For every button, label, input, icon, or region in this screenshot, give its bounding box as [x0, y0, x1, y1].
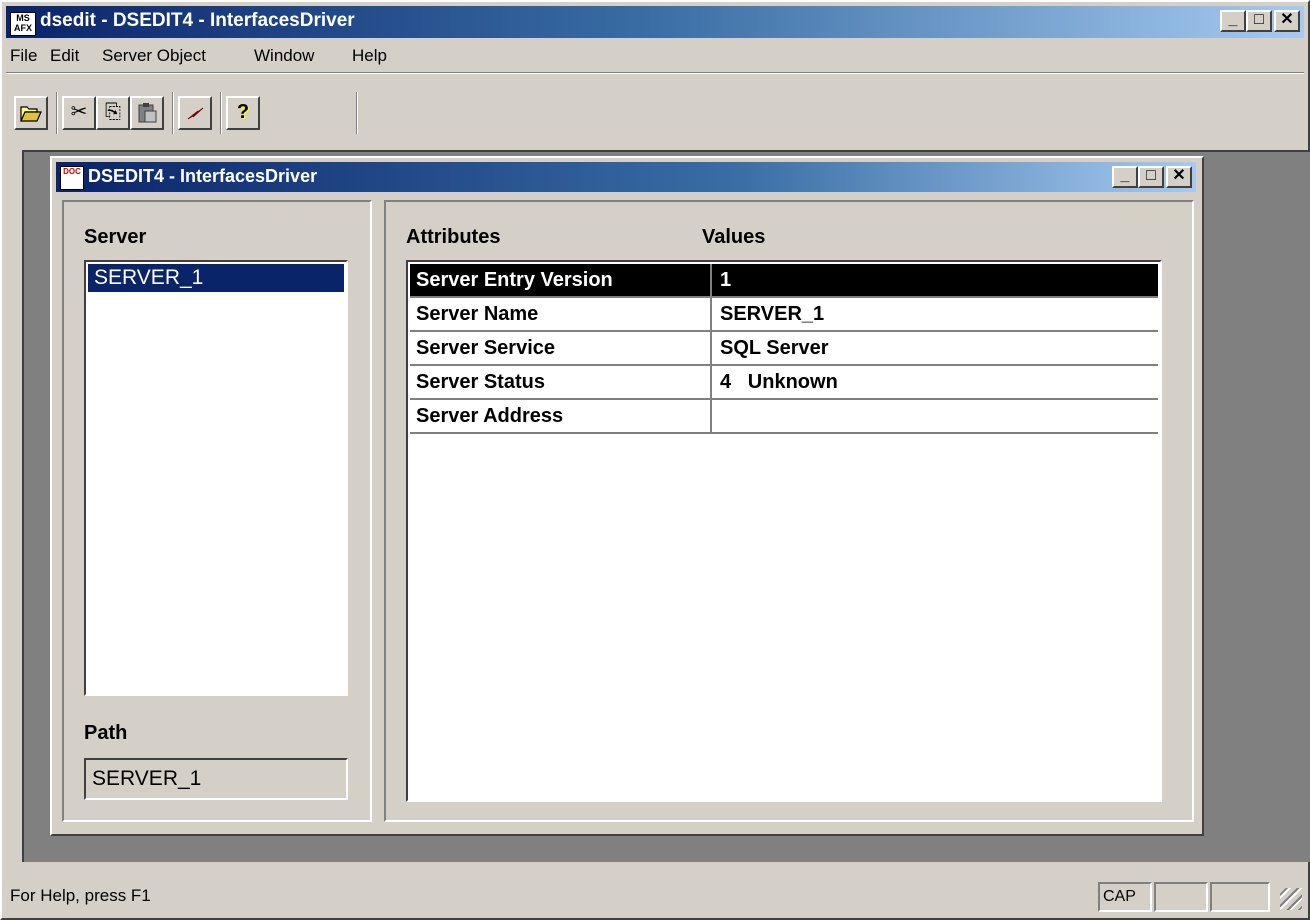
- open-button[interactable]: [14, 96, 48, 130]
- server-pane: Server SERVER_1 Path SERVER_1: [62, 200, 372, 822]
- attributes-pane: Attributes Values Server Entry Version 1…: [384, 200, 1194, 822]
- minimize-button[interactable]: _: [1220, 10, 1246, 32]
- server-list-item[interactable]: SERVER_1: [88, 264, 344, 292]
- server-listbox[interactable]: SERVER_1: [84, 260, 348, 696]
- value-cell[interactable]: SQL Server: [712, 332, 1158, 364]
- path-label: Path: [84, 722, 128, 744]
- clipboard-icon: [138, 103, 157, 123]
- attribute-cell[interactable]: Server Address: [410, 400, 712, 432]
- menu-bar: File Edit Server Object Window Help: [6, 42, 1304, 70]
- attribute-cell[interactable]: Server Entry Version: [410, 264, 712, 296]
- size-grip-icon[interactable]: [1280, 888, 1302, 910]
- attribute-cell[interactable]: Server Status: [410, 366, 712, 398]
- path-field: SERVER_1: [84, 758, 348, 800]
- menu-file[interactable]: File: [10, 46, 37, 66]
- toolbar-separator-line: [6, 72, 1304, 74]
- attributes-header: Attributes: [406, 226, 501, 248]
- table-row[interactable]: Server Entry Version 1: [410, 264, 1158, 298]
- value-cell[interactable]: [712, 400, 1158, 432]
- status-text: For Help, press F1: [10, 886, 151, 905]
- status-bar: For Help, press F1 CAP: [6, 878, 1304, 912]
- help-button[interactable]: ?: [226, 96, 260, 130]
- menu-help[interactable]: Help: [352, 46, 387, 66]
- toolbar: ✂ ⎘ ?: [6, 72, 1304, 148]
- values-header: Values: [702, 226, 766, 248]
- scissors-icon: ✂: [70, 101, 88, 123]
- child-window-title: DSEDIT4 - InterfacesDriver: [88, 166, 318, 186]
- menu-server-object[interactable]: Server Object: [102, 46, 206, 66]
- table-row[interactable]: Server Service SQL Server: [410, 332, 1158, 366]
- attribute-cell[interactable]: Server Name: [410, 298, 712, 330]
- close-button[interactable]: ✕: [1274, 10, 1300, 32]
- open-folder-icon: [20, 106, 42, 122]
- attributes-grid[interactable]: Server Entry Version 1 Server Name SERVE…: [406, 260, 1162, 802]
- cut-button[interactable]: ✂: [62, 96, 96, 130]
- child-maximize-button[interactable]: □: [1138, 166, 1164, 188]
- toolbar-divider: [172, 92, 174, 134]
- server-label: Server: [84, 226, 147, 248]
- value-cell[interactable]: 4 Unknown: [712, 366, 1158, 398]
- title-bar[interactable]: MS AFX dsedit - DSEDIT4 - InterfacesDriv…: [6, 6, 1304, 38]
- maximize-button[interactable]: □: [1246, 10, 1272, 32]
- child-minimize-button[interactable]: _: [1112, 166, 1138, 188]
- window-title: dsedit - DSEDIT4 - InterfacesDriver: [40, 10, 355, 31]
- attribute-cell[interactable]: Server Service: [410, 332, 712, 364]
- document-icon[interactable]: DOC: [60, 166, 84, 190]
- child-window: DOC DSEDIT4 - InterfacesDriver _ □ ✕ Ser…: [50, 156, 1204, 836]
- child-title-bar[interactable]: DOC DSEDIT4 - InterfacesDriver _ □ ✕: [56, 162, 1196, 192]
- lightning-icon: [187, 107, 204, 120]
- caps-lock-indicator: CAP: [1098, 882, 1152, 912]
- app-icon[interactable]: MS AFX: [10, 12, 36, 36]
- dsedit-application-window: MS AFX dsedit - DSEDIT4 - InterfacesDriv…: [0, 0, 1310, 920]
- num-lock-indicator: [1154, 882, 1208, 912]
- copy-icon: ⎘: [105, 101, 121, 123]
- value-cell[interactable]: 1: [712, 264, 1158, 296]
- help-question-icon: ?: [236, 101, 250, 123]
- table-row[interactable]: Server Name SERVER_1: [410, 298, 1158, 332]
- table-row[interactable]: Server Address: [410, 400, 1158, 434]
- table-row[interactable]: Server Status 4 Unknown: [410, 366, 1158, 400]
- copy-button[interactable]: ⎘: [96, 96, 130, 130]
- menu-edit[interactable]: Edit: [50, 46, 79, 66]
- child-close-button[interactable]: ✕: [1166, 166, 1192, 188]
- menu-window[interactable]: Window: [254, 46, 314, 66]
- paste-button[interactable]: [130, 96, 164, 130]
- toolbar-divider: [56, 92, 58, 134]
- mdi-client-area: DOC DSEDIT4 - InterfacesDriver _ □ ✕ Ser…: [22, 150, 1310, 862]
- value-cell[interactable]: SERVER_1: [712, 298, 1158, 330]
- scroll-lock-indicator: [1210, 882, 1270, 912]
- toolbar-divider: [356, 92, 358, 134]
- ping-button[interactable]: [178, 96, 212, 130]
- toolbar-divider: [220, 92, 222, 134]
